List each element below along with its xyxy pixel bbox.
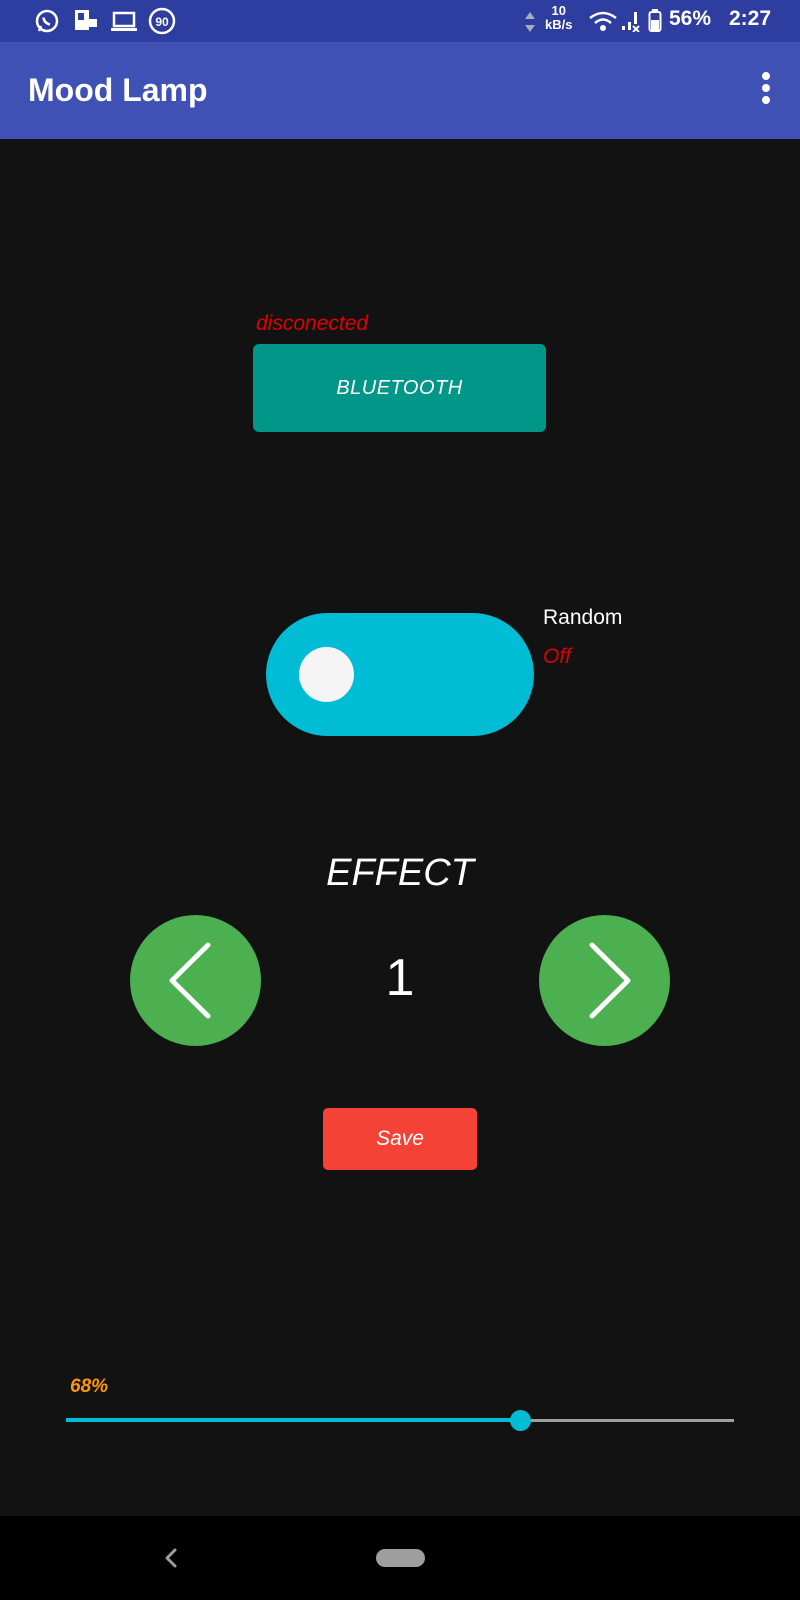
badge-number: 90	[155, 15, 169, 29]
whatsapp-icon	[34, 8, 60, 39]
slider-fill	[66, 1418, 521, 1422]
random-toggle[interactable]	[266, 613, 534, 736]
status-bar: 90 10 kB/s 56% 2:27	[0, 0, 800, 42]
chevron-left-icon	[169, 942, 211, 1019]
connection-status: disconected	[256, 312, 369, 335]
chevron-right-icon	[589, 942, 631, 1019]
net-speed-unit: kB/s	[545, 17, 573, 32]
signal-icon	[620, 10, 642, 37]
bluetooth-button[interactable]: BLUETOOTH	[253, 344, 546, 432]
brightness-slider[interactable]	[66, 1406, 734, 1436]
save-button[interactable]: Save	[323, 1108, 477, 1170]
badge-icon: 90	[148, 7, 176, 40]
battery-percent: 56%	[669, 7, 712, 30]
toggle-knob	[299, 647, 354, 702]
effect-title: EFFECT	[326, 852, 474, 894]
home-pill-icon[interactable]	[376, 1549, 425, 1567]
app-title: Mood Lamp	[28, 72, 208, 108]
random-label: Random	[543, 606, 623, 629]
random-state: Off	[543, 645, 572, 668]
system-nav-bar	[0, 1516, 800, 1600]
battery-icon	[648, 9, 662, 38]
wifi-icon	[588, 10, 618, 37]
next-effect-button[interactable]	[539, 915, 670, 1046]
net-speed: 10 kB/s	[545, 4, 572, 32]
mood-lamp-screen: 90 10 kB/s 56% 2:27 Mood Lamp disconecte…	[0, 0, 800, 1600]
more-vert-icon[interactable]	[758, 72, 774, 108]
data-arrows-icon	[524, 11, 536, 38]
net-speed-value: 10	[551, 3, 566, 18]
back-icon[interactable]	[158, 1544, 184, 1572]
previous-effect-button[interactable]	[130, 915, 261, 1046]
slider-thumb[interactable]	[510, 1410, 532, 1431]
laptop-icon	[110, 11, 138, 38]
clock: 2:27	[729, 7, 772, 30]
sim-card-icon	[74, 9, 100, 38]
effect-value: 1	[385, 949, 415, 1007]
app-bar: Mood Lamp	[0, 42, 800, 139]
brightness-label: 68%	[70, 1376, 109, 1397]
